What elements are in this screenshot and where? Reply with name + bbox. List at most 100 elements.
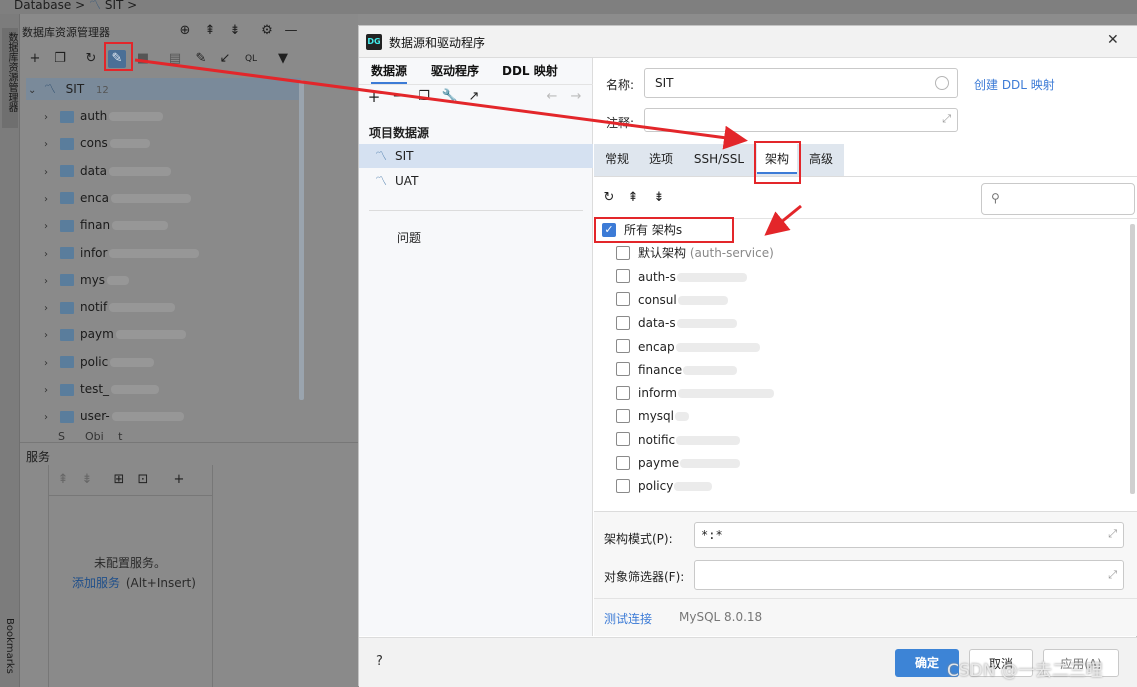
add-service-link[interactable]: 添加服务: [72, 576, 120, 590]
new-tab-icon[interactable]: ⊡: [134, 471, 152, 489]
chevron-right-icon[interactable]: ›: [44, 107, 56, 129]
chevron-right-icon[interactable]: ›: [44, 216, 56, 238]
refresh-icon[interactable]: ↻: [600, 189, 618, 207]
edit-icon[interactable]: ✎: [192, 50, 210, 68]
wrench-icon[interactable]: 🔧: [441, 88, 459, 106]
collapse-all-icon[interactable]: ⇟: [650, 189, 668, 207]
scrollbar[interactable]: [299, 80, 304, 400]
chevron-right-icon[interactable]: ›: [44, 271, 56, 293]
checkbox[interactable]: [616, 432, 630, 447]
expand-icon[interactable]: ⤢: [1108, 527, 1117, 541]
color-picker-icon[interactable]: [935, 76, 949, 90]
schema-checkbox-row[interactable]: payme: [616, 452, 741, 475]
schema-checkbox-row[interactable]: consul: [616, 289, 728, 312]
chevron-right-icon[interactable]: ›: [44, 407, 56, 429]
jump-icon[interactable]: ↙: [216, 50, 234, 68]
expand-all-icon[interactable]: ⇞: [201, 22, 219, 40]
tree-item-schema[interactable]: › auth: [44, 105, 294, 127]
checkbox[interactable]: [616, 292, 630, 307]
tree-item-schema[interactable]: › user-: [44, 405, 294, 427]
tab-schemas[interactable]: 架构: [757, 144, 797, 174]
expand-icon[interactable]: ⤢: [942, 112, 951, 126]
refresh-icon[interactable]: ↻: [82, 50, 100, 68]
copy-icon[interactable]: ❐: [51, 50, 69, 68]
schema-checkbox-row[interactable]: 默认架构 (auth-service): [616, 242, 774, 265]
breadcrumb-sit[interactable]: SIT: [105, 0, 124, 12]
checkbox[interactable]: ✓: [602, 222, 616, 237]
tab-general[interactable]: 常规: [594, 144, 640, 174]
checkbox[interactable]: [616, 362, 630, 377]
query-console-icon[interactable]: QL: [242, 50, 260, 68]
tab-drivers[interactable]: 驱动程序: [431, 58, 479, 84]
chevron-right-icon[interactable]: ›: [44, 162, 56, 184]
checkbox[interactable]: [616, 385, 630, 400]
add-icon[interactable]: +: [365, 88, 383, 106]
expand-icon[interactable]: ⤢: [1108, 568, 1117, 582]
tab-ddl-mappings[interactable]: DDL 映射: [502, 58, 558, 84]
db-explorer-stripe-button[interactable]: 数据库资源管理器: [2, 28, 18, 128]
collapse-all-icon[interactable]: ⇟: [226, 22, 244, 40]
add-service-icon[interactable]: +: [170, 471, 188, 489]
remove-icon[interactable]: −: [389, 88, 407, 106]
create-ddl-mapping-link[interactable]: 创建 DDL 映射: [974, 76, 1055, 93]
chevron-right-icon[interactable]: ›: [44, 189, 56, 211]
tree-item-schema[interactable]: › finan: [44, 214, 294, 236]
expand-all-icon[interactable]: ⇞: [624, 189, 642, 207]
schema-search-input[interactable]: ⚲: [981, 183, 1135, 215]
tree-item-schema[interactable]: › notif: [44, 296, 294, 318]
expand-all-icon[interactable]: ⇞: [54, 471, 72, 489]
schema-checkbox-row[interactable]: ✓ 所有 架构s: [602, 219, 682, 242]
import-icon[interactable]: ↗: [465, 88, 483, 106]
checkbox[interactable]: [616, 315, 630, 330]
back-arrow-icon[interactable]: ←: [543, 88, 561, 106]
schema-checkbox-row[interactable]: notific: [616, 429, 741, 452]
chevron-right-icon[interactable]: ›: [44, 244, 56, 266]
forward-arrow-icon[interactable]: →: [567, 88, 585, 106]
chevron-right-icon[interactable]: ›: [44, 325, 56, 347]
tree-item-schema[interactable]: › paym: [44, 323, 294, 345]
checkbox[interactable]: [616, 245, 630, 260]
chevron-right-icon[interactable]: ›: [44, 353, 56, 375]
close-icon[interactable]: ✕: [1107, 32, 1119, 48]
datasource-item-uat[interactable]: 〽 UAT: [359, 169, 593, 193]
tree-item-schema[interactable]: › data: [44, 160, 294, 182]
checkbox[interactable]: [616, 408, 630, 423]
collapse-all-icon[interactable]: ⇟: [78, 471, 96, 489]
problems-item[interactable]: 问题: [397, 229, 421, 246]
tree-item-schema[interactable]: › enca: [44, 187, 294, 209]
breadcrumb-database[interactable]: Database: [14, 0, 71, 12]
stop-icon[interactable]: ■: [134, 50, 152, 68]
schema-checkbox-row[interactable]: finance: [616, 359, 738, 382]
datasource-properties-icon[interactable]: ✎: [108, 50, 126, 68]
gear-icon[interactable]: ⚙: [258, 22, 276, 40]
bookmarks-stripe-button[interactable]: Bookmarks: [4, 618, 15, 674]
tab-options[interactable]: 选项: [640, 144, 682, 174]
group-icon[interactable]: ⊞: [110, 471, 128, 489]
add-icon[interactable]: +: [26, 50, 44, 68]
tab-advanced[interactable]: 高级: [800, 144, 842, 174]
schema-checkbox-row[interactable]: inform: [616, 382, 774, 405]
copy-icon[interactable]: ❐: [415, 88, 433, 106]
name-input[interactable]: SIT: [644, 68, 958, 98]
chevron-right-icon[interactable]: ›: [44, 134, 56, 156]
test-connection-link[interactable]: 测试连接: [604, 610, 652, 627]
chevron-down-icon[interactable]: ⌄: [28, 85, 40, 96]
checkbox[interactable]: [616, 478, 630, 493]
object-filter-input[interactable]: ⤢: [694, 560, 1124, 590]
schema-pattern-input[interactable]: *:* ⤢: [694, 522, 1124, 548]
tab-ssh-ssl[interactable]: SSH/SSL: [684, 144, 754, 174]
schema-checkbox-row[interactable]: auth-s: [616, 266, 747, 289]
minimize-icon[interactable]: —: [282, 22, 300, 40]
schema-checkbox-row[interactable]: data-s: [616, 312, 737, 335]
chevron-right-icon[interactable]: ›: [44, 298, 56, 320]
checkbox[interactable]: [616, 269, 630, 284]
schema-checkbox-row[interactable]: encap: [616, 336, 760, 359]
schema-checkbox-row[interactable]: mysql: [616, 405, 689, 428]
scrollbar[interactable]: [1130, 224, 1135, 494]
help-button[interactable]: ?: [376, 654, 383, 669]
filter-icon[interactable]: ▼: [274, 50, 292, 68]
table-icon[interactable]: ▤: [166, 50, 184, 68]
checkbox[interactable]: [616, 455, 630, 470]
tree-item-schema[interactable]: › test_: [44, 378, 294, 400]
tree-root-sit[interactable]: ⌄ 〽 SIT 12: [26, 78, 301, 100]
